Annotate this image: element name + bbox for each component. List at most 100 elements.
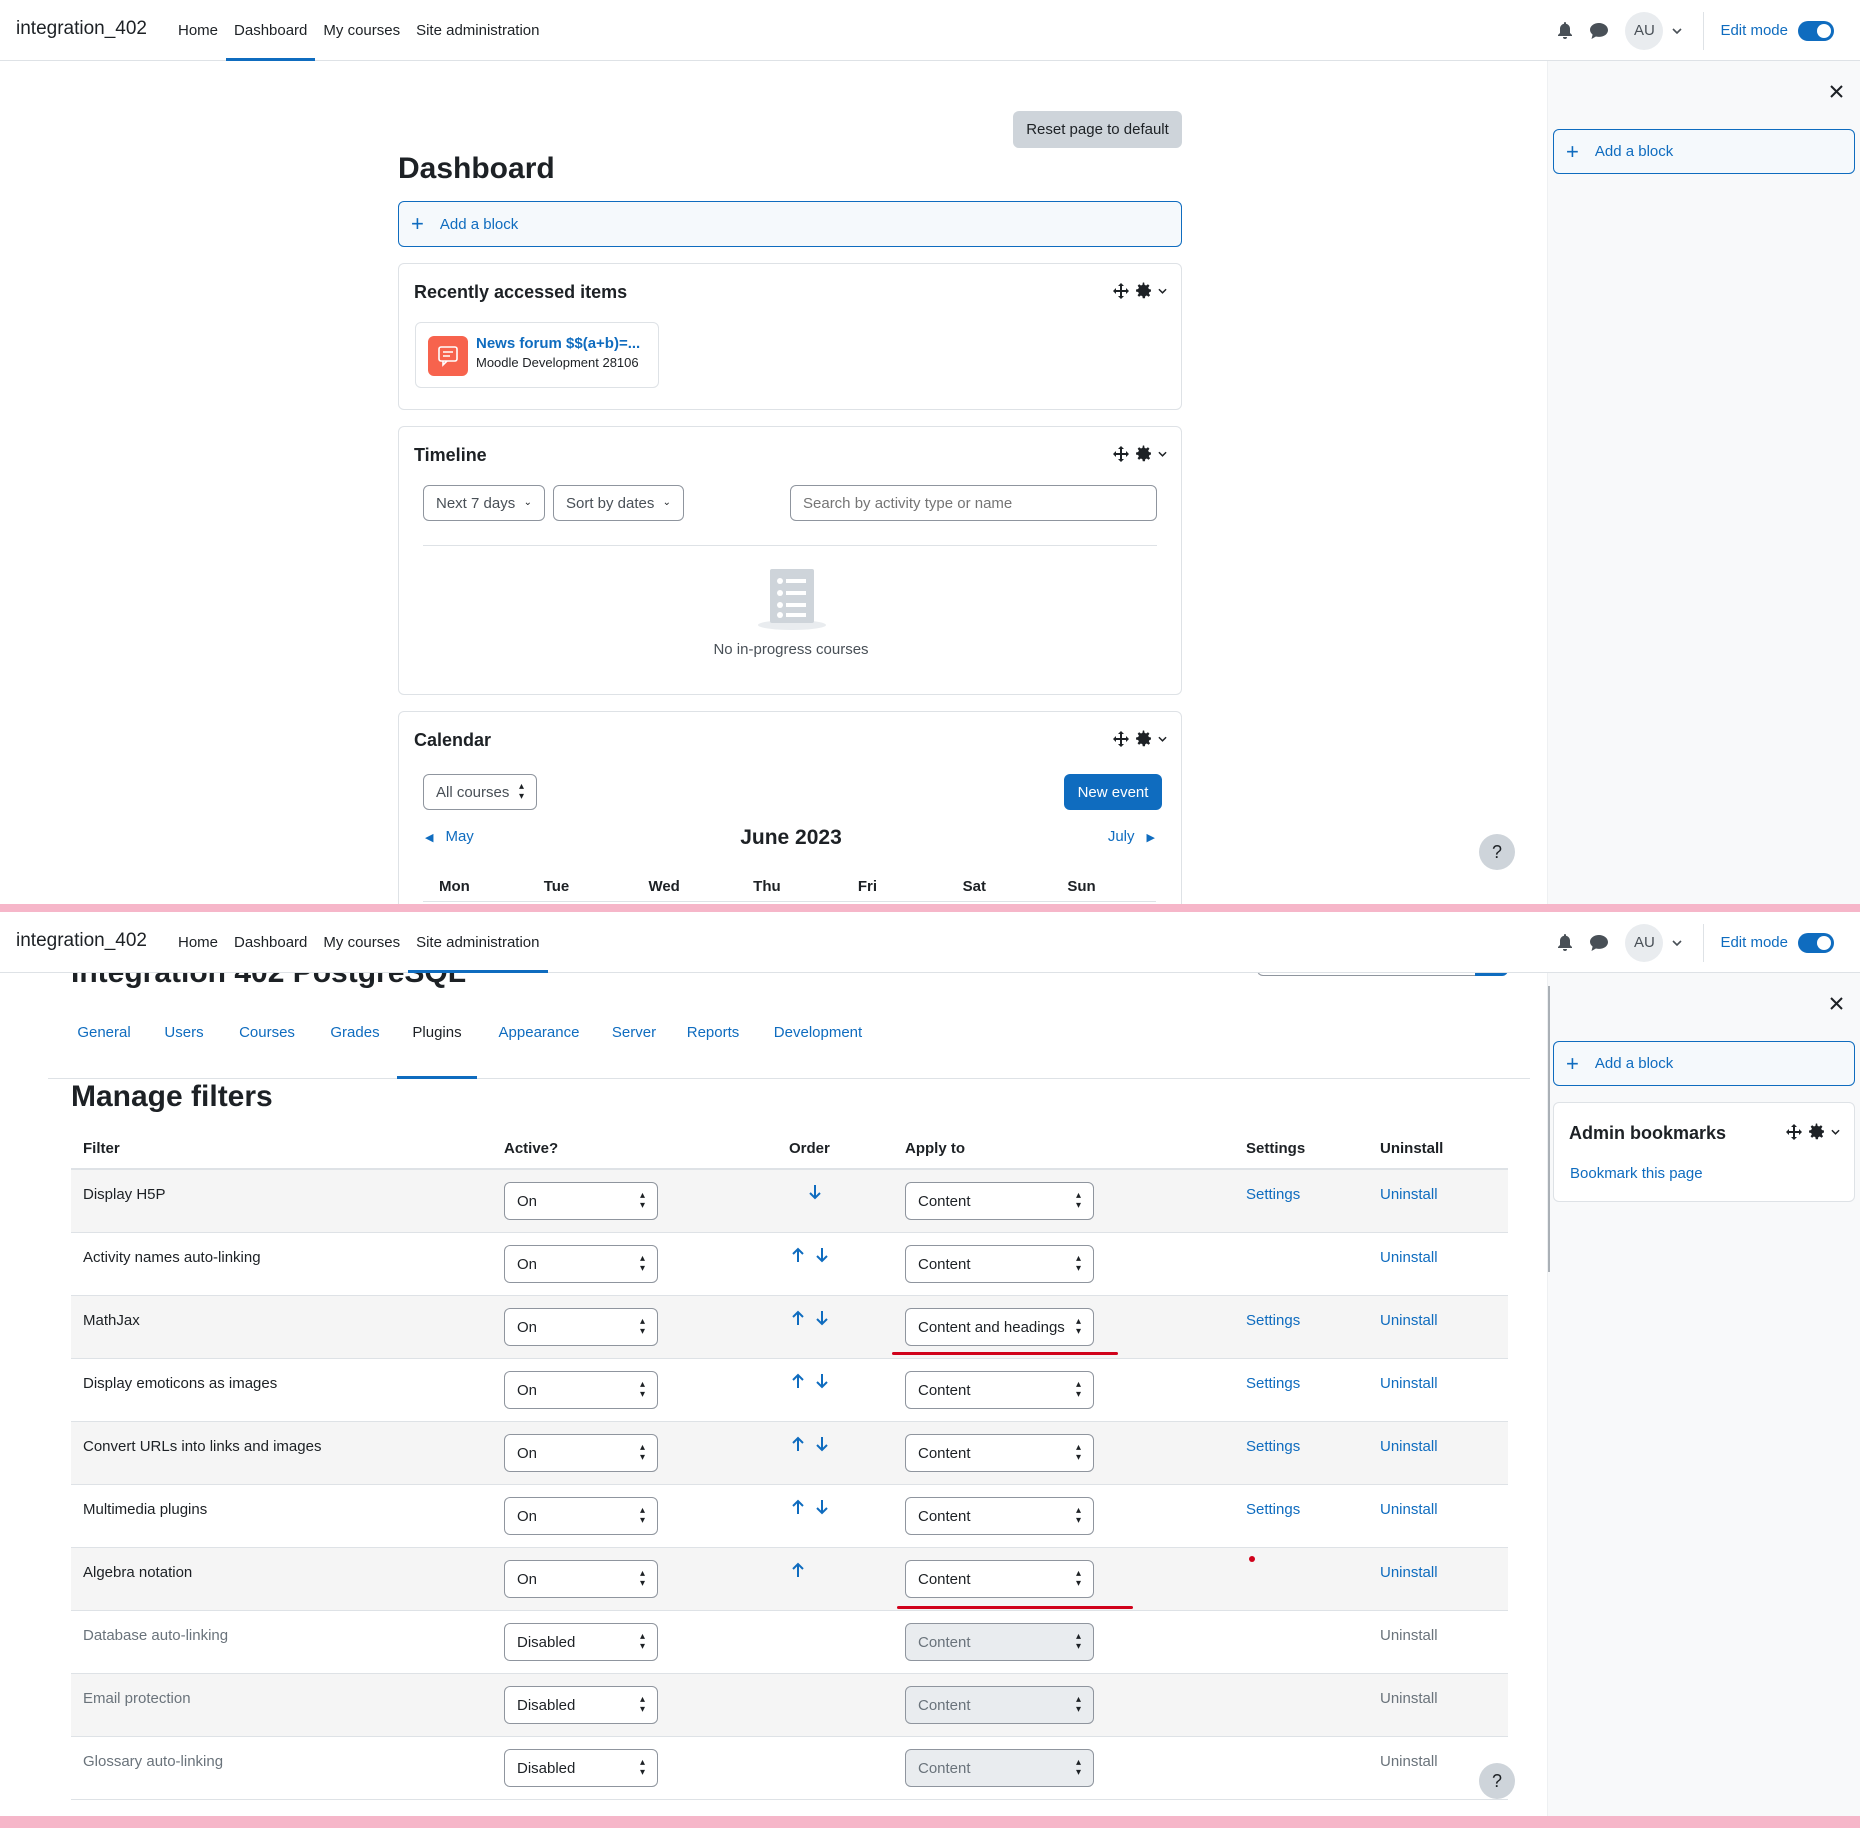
arrow-down-icon[interactable] <box>815 1247 835 1267</box>
chevron-down-icon[interactable] <box>1831 1129 1840 1135</box>
settings-link[interactable]: Settings <box>1246 1312 1300 1329</box>
uninstall-link[interactable]: Uninstall <box>1380 1690 1438 1707</box>
arrow-up-icon[interactable] <box>791 1499 811 1519</box>
next-month-link[interactable]: July ▶ <box>1108 828 1155 845</box>
arrow-up-icon[interactable] <box>791 1562 811 1582</box>
active-select[interactable]: On ▴ ▾ <box>504 1308 658 1346</box>
edit-mode-toggle[interactable] <box>1798 20 1834 41</box>
tab-users[interactable]: Users <box>156 973 212 1079</box>
active-select[interactable]: On ▴ ▾ <box>504 1371 658 1409</box>
uninstall-link[interactable]: Uninstall <box>1380 1438 1438 1455</box>
edit-mode-toggle[interactable] <box>1798 932 1834 953</box>
active-select[interactable]: Disabled ▴ ▾ <box>504 1623 658 1661</box>
drawer-scrollbar[interactable] <box>1548 986 1550 1272</box>
nav-my-courses[interactable]: My courses <box>315 912 408 973</box>
uninstall-link[interactable]: Uninstall <box>1380 1753 1438 1770</box>
close-icon[interactable] <box>1824 79 1848 103</box>
move-icon[interactable] <box>1113 282 1129 299</box>
tab-courses[interactable]: Courses <box>230 973 304 1079</box>
gear-icon[interactable] <box>1135 282 1152 299</box>
uninstall-link[interactable]: Uninstall <box>1380 1186 1438 1203</box>
timeline-search-input[interactable] <box>790 485 1157 521</box>
help-button[interactable]: ? <box>1479 1763 1515 1799</box>
nav-site-administration[interactable]: Site administration <box>408 912 548 973</box>
add-block-button[interactable]: + Add a block <box>398 201 1182 247</box>
apply-to-select[interactable]: Content ▴ ▾ <box>905 1182 1094 1220</box>
drawer-add-block-button[interactable]: + Add a block <box>1553 129 1855 174</box>
help-button[interactable]: ? <box>1479 834 1515 870</box>
bell-icon[interactable] <box>1551 929 1579 957</box>
settings-link[interactable]: Settings <box>1246 1375 1300 1392</box>
nav-my-courses[interactable]: My courses <box>315 0 408 61</box>
nav-home[interactable]: Home <box>170 912 226 973</box>
arrow-down-icon[interactable] <box>815 1310 835 1330</box>
nav-site-administration[interactable]: Site administration <box>408 0 547 61</box>
move-icon[interactable] <box>1113 445 1129 462</box>
chevron-down-icon[interactable] <box>1667 21 1687 41</box>
uninstall-link[interactable]: Uninstall <box>1380 1627 1438 1644</box>
active-select[interactable]: On ▴ ▾ <box>504 1497 658 1535</box>
tab-general[interactable]: General <box>70 973 138 1079</box>
bell-icon[interactable] <box>1551 17 1579 45</box>
apply-to-select[interactable]: Content and headings ▴ ▾ <box>905 1308 1094 1346</box>
settings-link[interactable]: Settings <box>1246 1438 1300 1455</box>
timeline-day-filter[interactable]: Next 7 days ⌄ <box>423 485 545 521</box>
move-icon[interactable] <box>1113 730 1129 747</box>
nav-dashboard[interactable]: Dashboard <box>226 0 316 61</box>
arrow-down-icon[interactable] <box>815 1499 835 1519</box>
tab-server[interactable]: Server <box>604 973 664 1079</box>
drawer-add-block-button[interactable]: + Add a block <box>1553 1041 1855 1086</box>
arrow-up-icon[interactable] <box>791 1310 811 1330</box>
chevron-down-icon[interactable] <box>1158 736 1167 742</box>
arrow-down-icon[interactable] <box>808 1184 828 1204</box>
settings-link[interactable]: Settings <box>1246 1186 1300 1203</box>
apply-to-select[interactable]: Content ▴ ▾ <box>905 1560 1094 1598</box>
tab-appearance[interactable]: Appearance <box>487 973 591 1079</box>
timeline-sort-select[interactable]: Sort by dates ⌄ <box>553 485 684 521</box>
arrow-down-icon[interactable] <box>815 1373 835 1393</box>
bookmark-page-link[interactable]: Bookmark this page <box>1570 1165 1703 1182</box>
active-select[interactable]: On ▴ ▾ <box>504 1245 658 1283</box>
gear-icon[interactable] <box>1135 445 1152 462</box>
nav-dashboard[interactable]: Dashboard <box>226 912 315 973</box>
reset-page-button[interactable]: Reset page to default <box>1013 111 1182 148</box>
apply-to-select[interactable]: Content ▴ ▾ <box>905 1245 1094 1283</box>
uninstall-link[interactable]: Uninstall <box>1380 1249 1438 1266</box>
user-avatar[interactable]: AU <box>1625 923 1664 962</box>
arrow-up-icon[interactable] <box>791 1247 811 1267</box>
chevron-down-icon[interactable] <box>1158 288 1167 294</box>
tab-development[interactable]: Development <box>764 973 872 1079</box>
active-select[interactable]: On ▴ ▾ <box>504 1434 658 1472</box>
gear-icon[interactable] <box>1135 730 1152 747</box>
chevron-down-icon[interactable] <box>1667 933 1687 953</box>
active-select[interactable]: Disabled ▴ ▾ <box>504 1686 658 1724</box>
recent-item-title[interactable]: News forum $$(a+b)=... <box>476 335 640 352</box>
site-brand[interactable]: integration_402 <box>16 18 147 40</box>
move-icon[interactable] <box>1786 1123 1802 1140</box>
apply-to-select[interactable]: Content ▴ ▾ <box>905 1371 1094 1409</box>
arrow-up-icon[interactable] <box>791 1436 811 1456</box>
nav-home[interactable]: Home <box>170 0 226 61</box>
active-select[interactable]: On ▴ ▾ <box>504 1182 658 1220</box>
user-avatar[interactable]: AU <box>1625 11 1664 50</box>
settings-link[interactable]: Settings <box>1246 1501 1300 1518</box>
active-select[interactable]: Disabled ▴ ▾ <box>504 1749 658 1787</box>
tab-grades[interactable]: Grades <box>322 973 388 1079</box>
tab-reports[interactable]: Reports <box>678 973 748 1079</box>
chat-icon[interactable] <box>1585 17 1613 45</box>
gear-icon[interactable] <box>1808 1123 1825 1140</box>
uninstall-link[interactable]: Uninstall <box>1380 1312 1438 1329</box>
chevron-down-icon[interactable] <box>1158 451 1167 457</box>
active-select[interactable]: On ▴ ▾ <box>504 1560 658 1598</box>
uninstall-link[interactable]: Uninstall <box>1380 1564 1438 1581</box>
uninstall-link[interactable]: Uninstall <box>1380 1375 1438 1392</box>
arrow-up-icon[interactable] <box>791 1373 811 1393</box>
close-icon[interactable] <box>1824 991 1848 1015</box>
apply-to-select[interactable]: Content ▴ ▾ <box>905 1497 1094 1535</box>
site-brand[interactable]: integration_402 <box>16 930 147 952</box>
arrow-down-icon[interactable] <box>815 1436 835 1456</box>
calendar-course-select[interactable]: All courses ▴ ▾ <box>423 774 537 810</box>
tab-plugins[interactable]: Plugins <box>397 973 477 1079</box>
chat-icon[interactable] <box>1585 929 1613 957</box>
recent-item-card[interactable]: News forum $$(a+b)=... Moodle Developmen… <box>415 322 659 388</box>
